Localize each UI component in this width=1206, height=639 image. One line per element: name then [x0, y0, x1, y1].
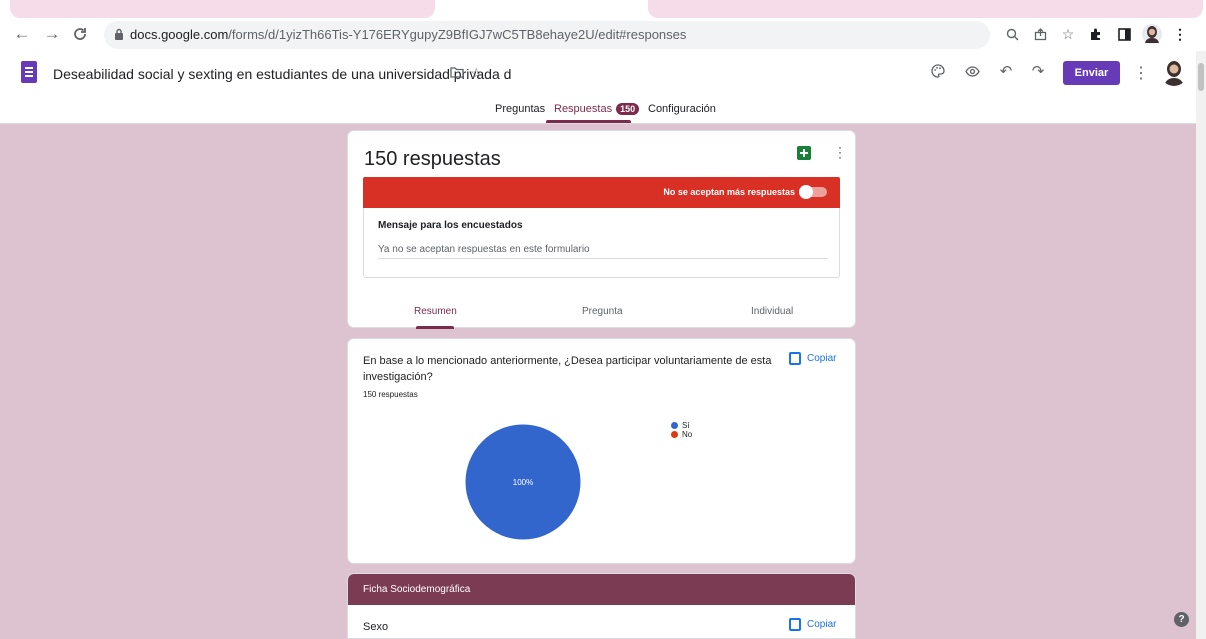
forms-logo-icon[interactable]: [21, 61, 37, 83]
question-summary-card: En base a lo mencionado anteriormente, ¿…: [347, 338, 856, 564]
tab-responses-label: Respuestas: [554, 103, 613, 115]
preview-eye-icon[interactable]: [960, 59, 984, 83]
browser-menu-icon[interactable]: ⋮: [1168, 22, 1192, 46]
address-bar[interactable]: docs.google.com/forms/d/1yizTh66Tis-Y176…: [104, 21, 990, 49]
url-text: docs.google.com/forms/d/1yizTh66Tis-Y176…: [130, 27, 686, 42]
move-folder-icon[interactable]: [450, 65, 464, 82]
accepting-responses-toggle[interactable]: [799, 185, 827, 199]
accepting-responses-label: No se aceptan más respuestas: [663, 187, 795, 197]
respondent-message-label: Mensaje para los encuestados: [378, 220, 523, 231]
tab-individual[interactable]: Individual: [751, 306, 793, 317]
legend-item[interactable]: No: [671, 430, 692, 439]
account-avatar[interactable]: [1160, 58, 1188, 86]
tab-responses[interactable]: Respuestas 150: [554, 103, 640, 115]
responses-summary-card: 150 respuestas ⋮ No se aceptan más respu…: [347, 130, 857, 329]
section-question-text: Sexo: [363, 621, 389, 633]
responses-count-title: 150 respuestas: [364, 148, 501, 170]
legend-swatch: [671, 422, 678, 429]
section-title: Ficha Sociodemográfica: [363, 584, 471, 595]
browser-toolbar: ← → docs.google.com/forms/d/1yizTh66Tis-…: [0, 18, 1206, 51]
section-header: Ficha Sociodemográfica: [348, 574, 855, 605]
link-to-sheets-icon[interactable]: [797, 146, 811, 160]
forward-icon[interactable]: →: [40, 22, 64, 46]
tab-questions[interactable]: Preguntas: [495, 103, 545, 115]
summary-tab-indicator: [416, 326, 454, 329]
legend-label: No: [682, 430, 693, 439]
pie-slice-label: 100%: [513, 478, 533, 487]
respondent-message-box: Mensaje para los encuestados: [363, 208, 840, 278]
lock-icon: [115, 28, 123, 40]
legend-item[interactable]: Sí: [671, 421, 692, 430]
response-view-tabs: Resumen Pregunta Individual: [348, 296, 857, 329]
star-icon[interactable]: ☆: [470, 65, 483, 82]
extensions-icon[interactable]: [1084, 22, 1108, 46]
browser-tabstrip: [0, 0, 1206, 18]
accepting-responses-bar: No se aceptan más respuestas: [363, 177, 840, 208]
browser-tab[interactable]: [10, 0, 435, 18]
palette-icon[interactable]: [926, 59, 950, 83]
section-card: Ficha Sociodemográfica Sexo Copiar: [347, 573, 856, 639]
copy-chart-button[interactable]: Copiar: [789, 618, 836, 631]
legend-label: Sí: [682, 421, 690, 430]
tab-question[interactable]: Pregunta: [582, 306, 623, 317]
back-icon[interactable]: ←: [10, 22, 34, 46]
toggle-knob: [799, 185, 813, 199]
tab-summary[interactable]: Resumen: [414, 306, 457, 317]
responses-more-icon[interactable]: ⋮: [833, 144, 847, 161]
zoom-icon[interactable]: [1000, 22, 1024, 46]
forms-header: Deseabilidad social y sexting en estudia…: [0, 51, 1206, 124]
reload-icon[interactable]: [68, 22, 92, 46]
legend-swatch: [671, 431, 678, 438]
responses-count-badge: 150: [616, 103, 640, 115]
send-button[interactable]: Enviar: [1063, 61, 1120, 85]
form-title[interactable]: Deseabilidad social y sexting en estudia…: [53, 66, 511, 82]
undo-icon[interactable]: ↶: [994, 59, 1018, 83]
active-tab-indicator: [546, 120, 631, 123]
help-icon[interactable]: ?: [1174, 612, 1189, 627]
respondent-message-input[interactable]: [378, 241, 828, 259]
chart-legend: Sí No: [671, 421, 692, 439]
side-panel-icon[interactable]: [1112, 22, 1136, 46]
pie-chart: 100%: [464, 423, 582, 541]
copy-label: Copiar: [807, 619, 837, 630]
bookmark-star-icon[interactable]: ☆: [1056, 22, 1080, 46]
url-path: /forms/d/1yizTh66Tis-Y176ERYgupyZ9BfIGJ7…: [228, 27, 687, 42]
more-options-icon[interactable]: ⋮: [1133, 63, 1149, 83]
profile-avatar[interactable]: [1140, 22, 1164, 46]
tab-settings[interactable]: Configuración: [648, 103, 716, 115]
page-scrollbar[interactable]: [1196, 51, 1206, 639]
url-host: docs.google.com: [130, 27, 229, 42]
redo-icon[interactable]: ↷: [1026, 59, 1050, 83]
share-icon[interactable]: [1028, 22, 1052, 46]
scrollbar-thumb[interactable]: [1198, 63, 1204, 91]
copy-icon: [789, 618, 801, 631]
browser-tab[interactable]: [648, 0, 1203, 18]
